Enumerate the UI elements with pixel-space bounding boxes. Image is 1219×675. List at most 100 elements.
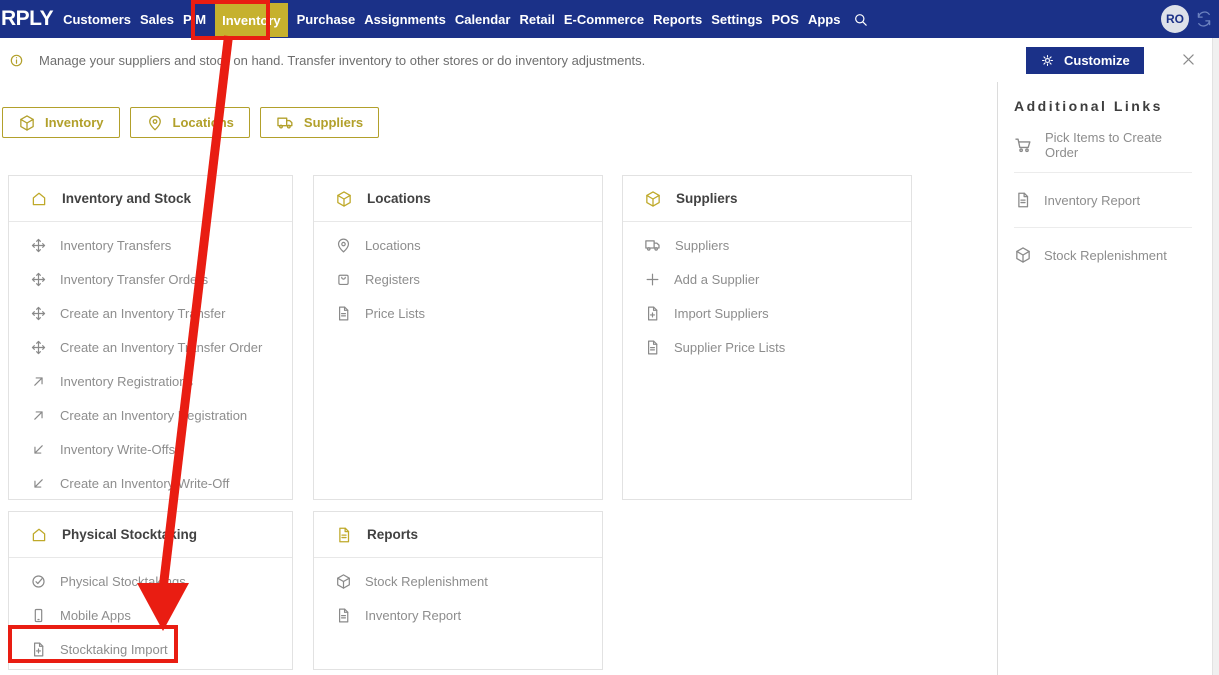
file-icon (335, 305, 352, 322)
nav-item-apps[interactable]: Apps (808, 0, 841, 38)
additional-links-panel: Additional Links Pick Items to Create Or… (997, 82, 1212, 675)
panel-title: Additional Links (1014, 98, 1163, 114)
mobile-icon (30, 607, 47, 624)
card-header: Reports (314, 512, 602, 558)
nav-item-pim[interactable]: PIM (183, 0, 206, 38)
card-reports: Reports Stock Replenishment Inventory Re… (313, 511, 603, 670)
home-icon (30, 190, 48, 208)
nav-item-calendar[interactable]: Calendar (455, 0, 511, 38)
link-create-inventory-write-off[interactable]: Create an Inventory Write-Off (9, 466, 292, 500)
customize-button[interactable]: Customize (1026, 47, 1144, 74)
nav-item-reports[interactable]: Reports (653, 0, 702, 38)
avatar[interactable]: RO (1161, 5, 1189, 33)
link-physical-stocktakings[interactable]: Physical Stocktakings (9, 564, 292, 598)
link-stock-replenishment[interactable]: Stock Replenishment (1014, 228, 1192, 282)
truck-icon (276, 113, 295, 132)
card-header: Inventory and Stock (9, 176, 292, 222)
link-stocktaking-import[interactable]: Stocktaking Import (9, 632, 292, 666)
file-icon (335, 526, 353, 544)
file-plus-icon (30, 641, 47, 658)
refresh-icon[interactable] (1195, 10, 1213, 28)
link-import-suppliers[interactable]: Import Suppliers (623, 296, 911, 330)
nav-item-sales[interactable]: Sales (140, 0, 174, 38)
home-icon (30, 526, 48, 544)
info-message: Manage your suppliers and stock on hand.… (39, 52, 646, 68)
tab-inventory[interactable]: Inventory (2, 107, 120, 138)
link-inventory-report[interactable]: Inventory Report (1014, 173, 1192, 228)
card-locations: Locations Locations Registers Price List… (313, 175, 603, 500)
nav-menu: Customers Sales PIM Inventory Purchase A… (63, 0, 840, 38)
tab-inventory-label: Inventory (45, 115, 104, 130)
cube-icon (335, 573, 352, 590)
file-icon (644, 339, 661, 356)
link-inventory-write-offs[interactable]: Inventory Write-Offs (9, 432, 292, 466)
link-inventory-report[interactable]: Inventory Report (314, 598, 602, 632)
card-header: Locations (314, 176, 602, 222)
info-icon (8, 52, 25, 69)
nav-item-settings[interactable]: Settings (711, 0, 762, 38)
cube-icon (18, 114, 36, 132)
tab-locations-label: Locations (172, 115, 234, 130)
card-header: Suppliers (623, 176, 911, 222)
move-icon (30, 271, 47, 288)
check-circle-icon (30, 573, 47, 590)
file-plus-icon (644, 305, 661, 322)
cube-icon (335, 190, 353, 208)
link-inventory-transfer-orders[interactable]: Inventory Transfer Orders (9, 262, 292, 296)
link-registers[interactable]: Registers (314, 262, 602, 296)
card-title: Reports (367, 527, 419, 542)
link-suppliers[interactable]: Suppliers (623, 228, 911, 262)
link-locations[interactable]: Locations (314, 228, 602, 262)
tab-suppliers[interactable]: Suppliers (259, 107, 380, 138)
map-pin-icon (335, 237, 352, 254)
close-icon[interactable] (1180, 51, 1197, 68)
tab-locations[interactable]: Locations (129, 107, 250, 138)
arrow-up-right-icon (30, 407, 47, 424)
brand-logo[interactable]: RPLY (0, 7, 54, 31)
nav-item-assignments[interactable]: Assignments (364, 0, 446, 38)
card-title: Physical Stocktaking (62, 527, 198, 542)
link-create-inventory-transfer-order[interactable]: Create an Inventory Transfer Order (9, 330, 292, 364)
tab-suppliers-label: Suppliers (303, 115, 364, 130)
map-pin-icon (146, 114, 164, 132)
cart-icon (1014, 136, 1033, 155)
card-header: Physical Stocktaking (9, 512, 292, 558)
file-icon (1014, 191, 1032, 209)
nav-item-retail[interactable]: Retail (519, 0, 554, 38)
nav-item-inventory[interactable]: Inventory (215, 3, 288, 37)
arrow-down-left-icon (30, 441, 47, 458)
plus-icon (644, 271, 661, 288)
link-mobile-apps[interactable]: Mobile Apps (9, 598, 292, 632)
register-icon (335, 271, 352, 288)
gear-icon (1040, 53, 1055, 68)
nav-item-customers[interactable]: Customers (63, 0, 131, 38)
move-icon (30, 339, 47, 356)
top-nav-bar: RPLY Customers Sales PIM Inventory Purch… (0, 0, 1219, 38)
card-title: Suppliers (676, 191, 738, 206)
truck-icon (644, 236, 662, 254)
scrollbar-track[interactable] (1212, 38, 1219, 675)
link-create-inventory-transfer[interactable]: Create an Inventory Transfer (9, 296, 292, 330)
link-create-inventory-registration[interactable]: Create an Inventory Registration (9, 398, 292, 432)
info-bar: Manage your suppliers and stock on hand.… (0, 38, 1219, 82)
customize-label: Customize (1064, 53, 1130, 68)
link-inventory-transfers[interactable]: Inventory Transfers (9, 228, 292, 262)
link-add-a-supplier[interactable]: Add a Supplier (623, 262, 911, 296)
cube-icon (644, 190, 662, 208)
nav-item-purchase[interactable]: Purchase (297, 0, 356, 38)
link-inventory-registrations[interactable]: Inventory Registrations (9, 364, 292, 398)
section-tabs: Inventory Locations Suppliers (2, 107, 380, 138)
nav-item-ecommerce[interactable]: E-Commerce (564, 0, 644, 38)
link-stock-replenishment[interactable]: Stock Replenishment (314, 564, 602, 598)
link-price-lists[interactable]: Price Lists (314, 296, 602, 330)
link-pick-items-to-create-order[interactable]: Pick Items to Create Order (1014, 118, 1192, 173)
file-icon (335, 607, 352, 624)
arrow-up-right-icon (30, 373, 47, 390)
link-supplier-price-lists[interactable]: Supplier Price Lists (623, 330, 911, 364)
nav-item-pos[interactable]: POS (772, 0, 799, 38)
card-title: Locations (367, 191, 431, 206)
card-suppliers: Suppliers Suppliers Add a Supplier Impor… (622, 175, 912, 500)
cube-icon (1014, 246, 1032, 264)
search-icon[interactable] (852, 11, 869, 28)
card-title: Inventory and Stock (62, 191, 192, 206)
